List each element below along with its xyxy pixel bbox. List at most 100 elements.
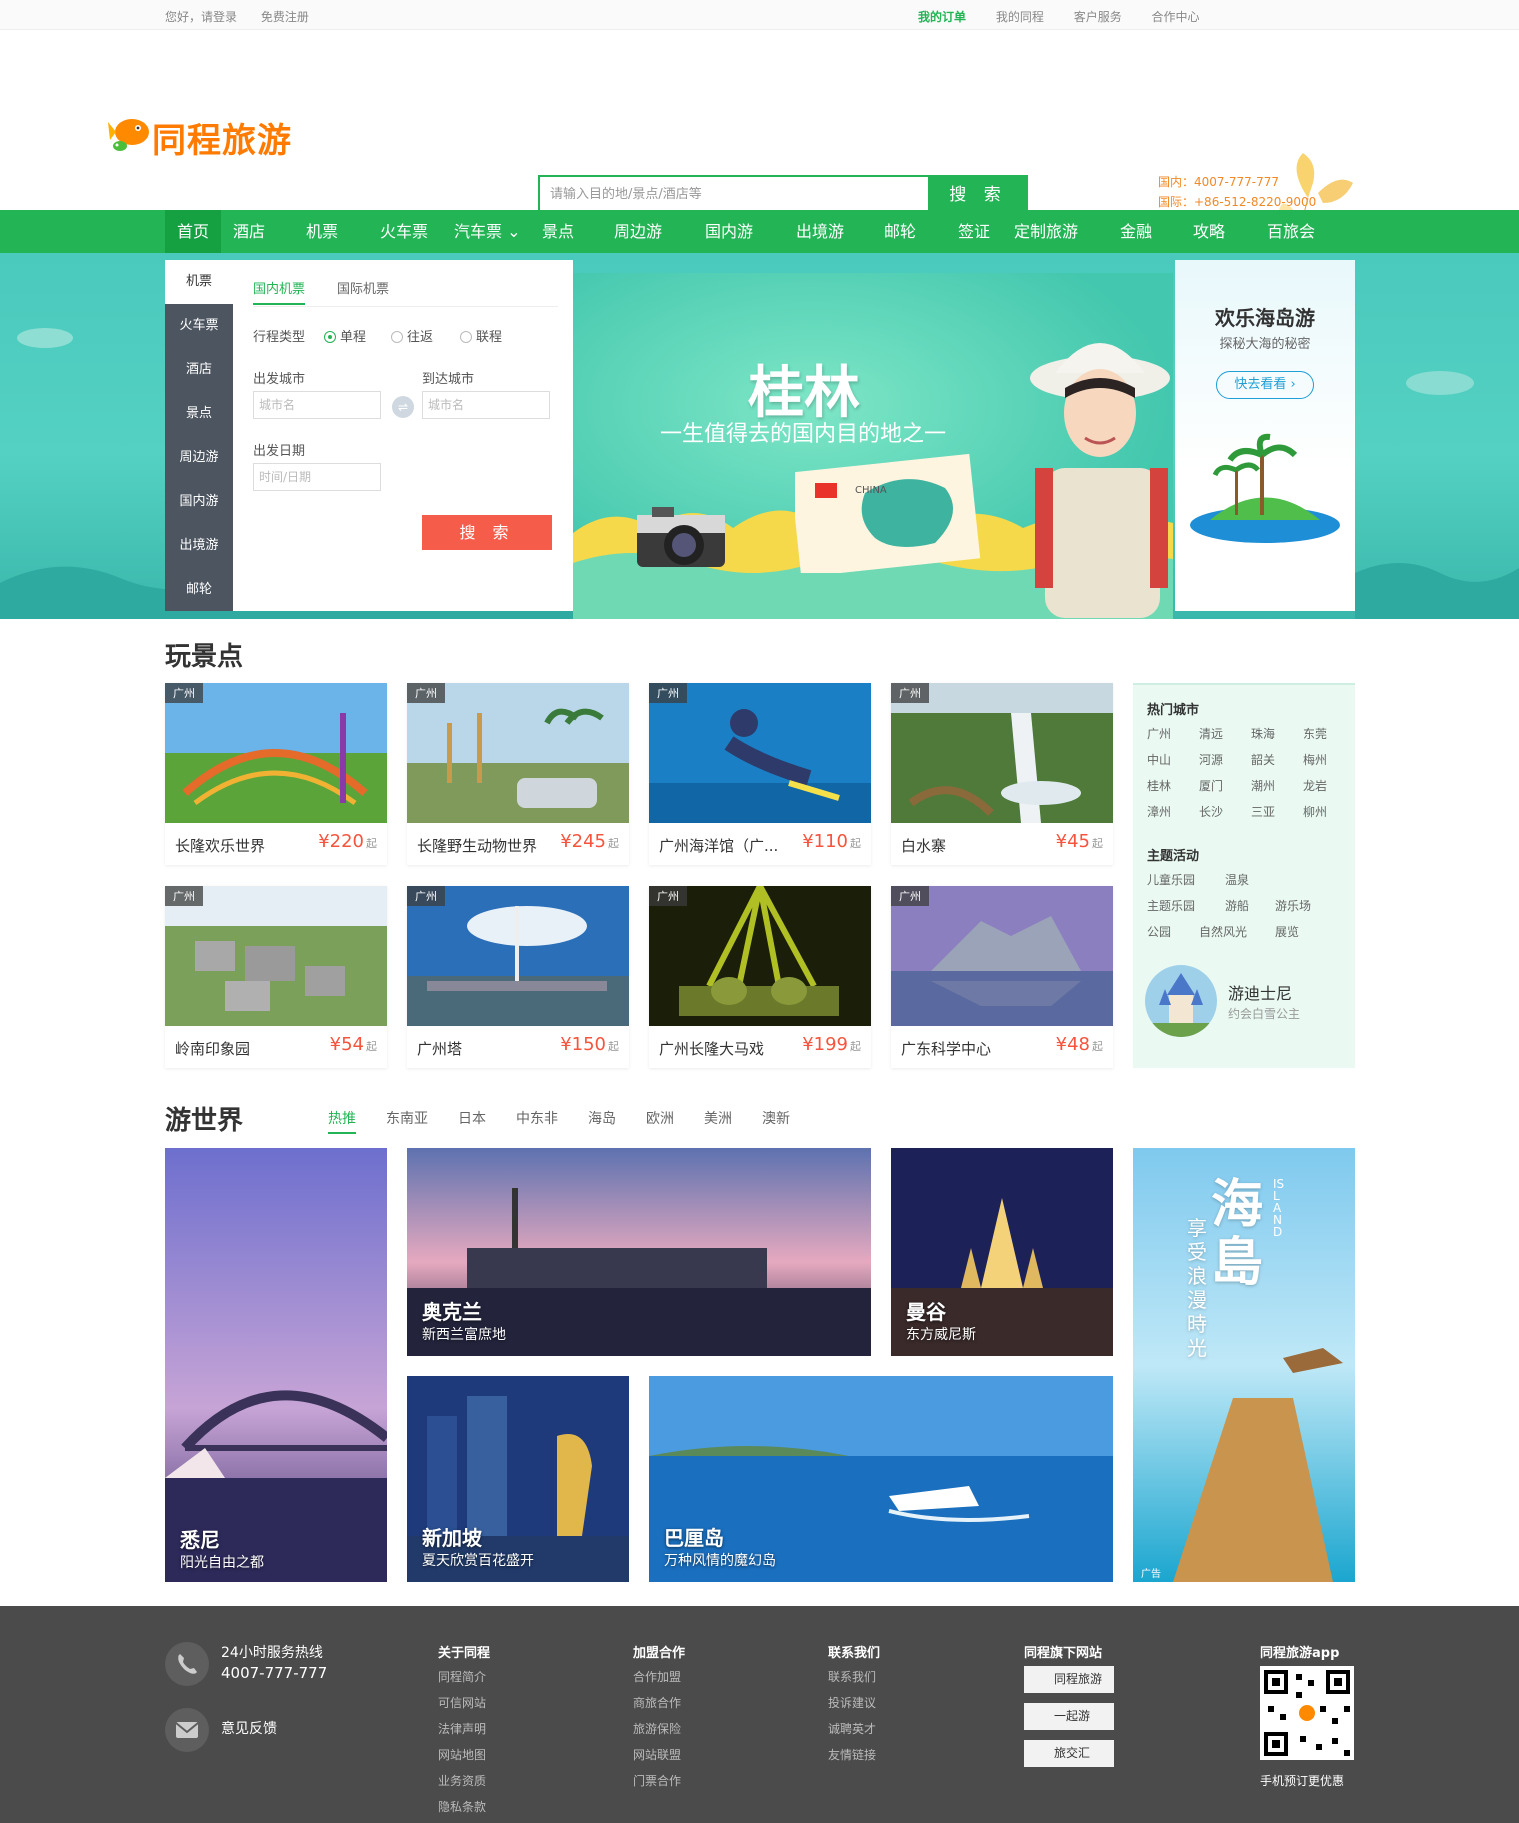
search-input[interactable]: 请输入目的地/景点/酒店等 bbox=[538, 175, 928, 215]
footer-link[interactable]: 旅游保险 bbox=[633, 1720, 681, 1737]
theme-link[interactable]: 主题乐园 bbox=[1147, 897, 1195, 914]
nav-bus[interactable]: 汽车票 ⌄ bbox=[442, 210, 533, 253]
world-tab-japan[interactable]: 日本 bbox=[458, 1108, 486, 1128]
nav-attractions[interactable]: 景点 bbox=[530, 210, 586, 253]
nav-hotel[interactable]: 酒店 bbox=[221, 210, 277, 253]
attraction-card[interactable]: 广州 白水寨 ¥45 起 bbox=[891, 683, 1113, 865]
logo-text[interactable]: 同程旅游 bbox=[152, 113, 292, 162]
radio-round-trip[interactable]: 往返 bbox=[391, 326, 433, 345]
island-promo-card[interactable]: 欢乐海岛游 探秘大海的秘密 快去看看 › bbox=[1175, 260, 1355, 611]
tab-intl-flight[interactable]: 国际机票 bbox=[337, 278, 389, 297]
hot-city-link[interactable]: 漳州 bbox=[1147, 803, 1171, 820]
nav-flight[interactable]: 机票 bbox=[294, 210, 350, 253]
hot-city-link[interactable]: 东莞 bbox=[1303, 725, 1327, 742]
footer-link[interactable]: 合作加盟 bbox=[633, 1668, 681, 1685]
footer-link[interactable]: 业务资质 bbox=[438, 1772, 486, 1789]
footer-link[interactable]: 门票合作 bbox=[633, 1772, 681, 1789]
booking-cat-hotel[interactable]: 酒店 bbox=[165, 348, 233, 392]
booking-cat-cruise[interactable]: 邮轮 bbox=[165, 568, 233, 612]
hot-city-link[interactable]: 河源 bbox=[1199, 751, 1223, 768]
nav-nearby[interactable]: 周边游 bbox=[602, 210, 674, 253]
nav-visa[interactable]: 签证 bbox=[946, 210, 1002, 253]
booking-cat-train[interactable]: 火车票 bbox=[165, 304, 233, 348]
customer-service-link[interactable]: 客户服务 bbox=[1074, 10, 1122, 24]
footer-link[interactable]: 诚聘英才 bbox=[828, 1720, 876, 1737]
booking-cat-flight[interactable]: 机票 bbox=[165, 260, 233, 304]
footer-link[interactable]: 投诉建议 bbox=[828, 1694, 876, 1711]
attraction-card[interactable]: 广州 岭南印象园 ¥54 起 bbox=[165, 886, 387, 1068]
booking-cat-attractions[interactable]: 景点 bbox=[165, 392, 233, 436]
nav-custom[interactable]: 定制旅游 bbox=[1002, 210, 1090, 253]
hot-city-link[interactable]: 清远 bbox=[1199, 725, 1223, 742]
footer-link[interactable]: 友情链接 bbox=[828, 1746, 876, 1763]
destination-card-auckland[interactable]: 奥克兰 新西兰富庶地 bbox=[407, 1148, 871, 1356]
hot-city-link[interactable]: 长沙 bbox=[1199, 803, 1223, 820]
hot-city-link[interactable]: 龙岩 bbox=[1303, 777, 1327, 794]
promo-button[interactable]: 快去看看 › bbox=[1216, 371, 1314, 399]
nav-domestic[interactable]: 国内游 bbox=[693, 210, 765, 253]
app-qr-code[interactable] bbox=[1260, 1666, 1354, 1760]
my-orders-link[interactable]: 我的订单 bbox=[918, 10, 966, 24]
theme-link[interactable]: 儿童乐园 bbox=[1147, 871, 1195, 888]
attraction-card[interactable]: 广州 广州海洋馆（广... ¥110 起 bbox=[649, 683, 871, 865]
world-tab-hot[interactable]: 热推 bbox=[328, 1108, 356, 1134]
to-city-input[interactable]: 城市名 bbox=[422, 391, 550, 419]
hero-banner[interactable]: 桂林 一生值得去的国内目的地之一 CHINA 机票 火车票 酒店 景点 周边游 … bbox=[0, 253, 1519, 619]
booking-cat-domestic[interactable]: 国内游 bbox=[165, 480, 233, 524]
destination-card-singapore[interactable]: 新加坡 夏天欣赏百花盛开 bbox=[407, 1376, 629, 1582]
theme-link[interactable]: 温泉 bbox=[1225, 871, 1249, 888]
feature-title[interactable]: 游迪士尼 bbox=[1228, 980, 1292, 1004]
destination-card-bali[interactable]: 巴厘岛 万种风情的魔幻岛 bbox=[649, 1376, 1113, 1582]
swap-cities-icon[interactable]: ⇌ bbox=[392, 396, 414, 418]
footer-link[interactable]: 商旅合作 bbox=[633, 1694, 681, 1711]
mail-icon[interactable] bbox=[165, 1708, 209, 1752]
attraction-card[interactable]: 广州 广州塔 ¥150 起 bbox=[407, 886, 629, 1068]
nav-train[interactable]: 火车票 bbox=[368, 210, 440, 253]
hot-city-link[interactable]: 桂林 bbox=[1147, 777, 1171, 794]
disney-castle-image[interactable] bbox=[1145, 965, 1217, 1037]
world-tab-middle-east-africa[interactable]: 中东非 bbox=[516, 1108, 558, 1128]
attraction-card[interactable]: 广州 广州长隆大马戏 ¥199 起 bbox=[649, 886, 871, 1068]
world-tab-oceania[interactable]: 澳新 bbox=[762, 1108, 790, 1128]
site-badge-17u[interactable]: 一起游 bbox=[1024, 1703, 1114, 1730]
radio-one-way[interactable]: 单程 bbox=[324, 326, 366, 345]
feedback-link[interactable]: 意见反馈 bbox=[221, 1718, 277, 1738]
booking-search-button[interactable]: 搜 索 bbox=[422, 515, 552, 550]
world-tab-americas[interactable]: 美洲 bbox=[704, 1108, 732, 1128]
destination-card-sydney[interactable]: 悉尼 阳光自由之都 bbox=[165, 1148, 387, 1582]
hot-city-link[interactable]: 柳州 bbox=[1303, 803, 1327, 820]
hot-city-link[interactable]: 韶关 bbox=[1251, 751, 1275, 768]
nav-outbound[interactable]: 出境游 bbox=[784, 210, 856, 253]
hot-city-link[interactable]: 三亚 bbox=[1251, 803, 1275, 820]
radio-multi-city[interactable]: 联程 bbox=[460, 326, 502, 345]
nav-finance[interactable]: 金融 bbox=[1108, 210, 1164, 253]
login-link[interactable]: 您好，请登录 bbox=[165, 10, 237, 24]
island-ad-banner[interactable]: 海島 享受浪漫時光 ISLAND 广告 bbox=[1133, 1148, 1355, 1582]
world-tab-europe[interactable]: 欧洲 bbox=[646, 1108, 674, 1128]
tab-domestic-flight[interactable]: 国内机票 bbox=[253, 278, 306, 305]
theme-link[interactable]: 游乐场 bbox=[1275, 897, 1311, 914]
footer-link[interactable]: 可信网站 bbox=[438, 1694, 486, 1711]
logo-fish-icon[interactable] bbox=[108, 110, 152, 158]
footer-link[interactable]: 隐私条款 bbox=[438, 1798, 486, 1815]
nav-home[interactable]: 首页 bbox=[165, 210, 222, 253]
footer-link[interactable]: 联系我们 bbox=[828, 1668, 876, 1685]
destination-card-bangkok[interactable]: 曼谷 东方威尼斯 bbox=[891, 1148, 1113, 1356]
world-tab-islands[interactable]: 海岛 bbox=[588, 1108, 616, 1128]
theme-link[interactable]: 游船 bbox=[1225, 897, 1249, 914]
booking-cat-outbound[interactable]: 出境游 bbox=[165, 524, 233, 568]
footer-link[interactable]: 网站联盟 bbox=[633, 1746, 681, 1763]
world-tab-southeast-asia[interactable]: 东南亚 bbox=[386, 1108, 428, 1128]
attraction-card[interactable]: 广州 长隆欢乐世界 ¥220 起 bbox=[165, 683, 387, 865]
site-badge-tongcheng[interactable]: 同程旅游 bbox=[1024, 1666, 1114, 1693]
from-city-input[interactable]: 城市名 bbox=[253, 391, 381, 419]
register-link[interactable]: 免费注册 bbox=[261, 10, 309, 24]
cooperation-link[interactable]: 合作中心 bbox=[1152, 10, 1200, 24]
attraction-card[interactable]: 广州 长隆野生动物世界 ¥245 起 bbox=[407, 683, 629, 865]
nav-guide[interactable]: 攻略 bbox=[1181, 210, 1237, 253]
theme-link[interactable]: 公园 bbox=[1147, 923, 1171, 940]
date-input[interactable]: 时间/日期 bbox=[253, 463, 381, 491]
theme-link[interactable]: 展览 bbox=[1275, 923, 1299, 940]
nav-cruise[interactable]: 邮轮 bbox=[872, 210, 928, 253]
footer-link[interactable]: 法律声明 bbox=[438, 1720, 486, 1737]
